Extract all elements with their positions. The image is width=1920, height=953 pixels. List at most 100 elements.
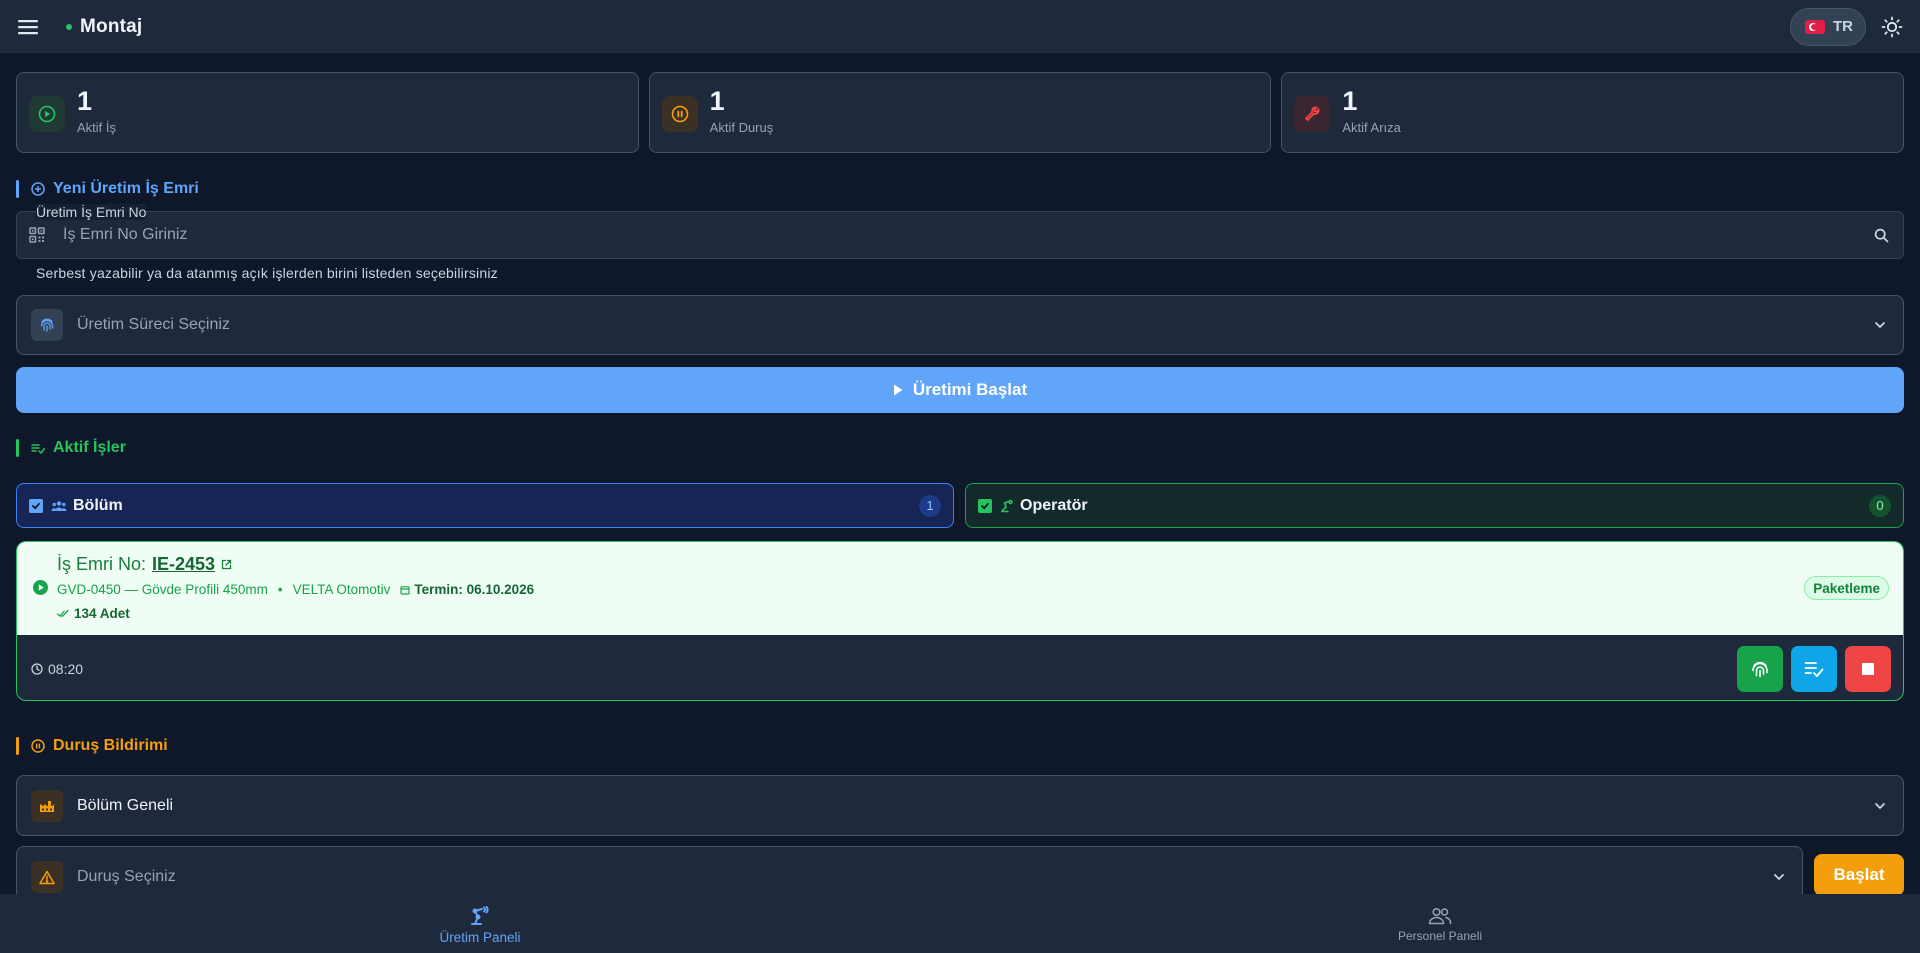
job-elapsed-text: 08:20 (48, 660, 84, 677)
stoppage-reason-placeholder: Duruş Seçiniz (77, 868, 176, 885)
people-icon (1428, 907, 1452, 925)
stat-value: 1 (709, 86, 725, 116)
play-circle-icon (33, 580, 48, 595)
meta-separator: • (277, 582, 283, 597)
playlist-check-icon (1804, 661, 1824, 677)
stat-label: Aktif İş (77, 120, 117, 135)
process-select-placeholder: Üretim Süreci Seçiniz (77, 316, 230, 333)
stoppage-scope-select[interactable]: Bölüm Geneli (16, 775, 1904, 836)
menu-icon[interactable] (16, 15, 40, 39)
job-quantity-text: 134 Adet (74, 606, 130, 621)
stat-label: Aktif Arıza (1342, 120, 1401, 135)
pause-circle-icon (661, 96, 698, 132)
nav-item-production-panel[interactable]: Üretim Paneli (0, 895, 960, 953)
start-production-button[interactable]: Üretimi Başlat (16, 367, 1904, 413)
clock-icon (31, 662, 43, 675)
filter-chip-count: 1 (919, 494, 941, 517)
job-deadline: Termin: 06.10.2026 (400, 582, 534, 597)
stat-value: 1 (77, 86, 93, 116)
stop-action-button[interactable] (1845, 645, 1891, 692)
status-dot (66, 23, 72, 30)
wrench-icon (1294, 96, 1331, 132)
external-link-icon[interactable] (221, 559, 232, 570)
stat-value: 1 (1342, 86, 1358, 116)
stats-row: 1 Aktif İş 1 Aktif Duruş 1 Aktif Arıza (16, 72, 1905, 153)
group-icon (51, 500, 67, 512)
filter-chip-label: Bölüm (73, 496, 123, 514)
list-check-icon (31, 441, 45, 455)
job-card[interactable]: İş Emri No: IE-2453 GVD-0450 — Gövde Pro… (16, 541, 1904, 701)
start-stoppage-label: Başlat (1833, 865, 1885, 884)
order-number-input[interactable] (63, 226, 1874, 244)
job-quantity: 134 Adet (57, 606, 130, 621)
fingerprint-action-button[interactable] (1737, 645, 1783, 692)
checkbox-checked-icon[interactable] (29, 498, 43, 513)
section-header-active-jobs: Aktif İşler (16, 438, 126, 458)
job-card-footer: 08:20 (17, 635, 1903, 700)
chevron-down-icon (1871, 797, 1889, 815)
engineering-icon (1000, 499, 1014, 513)
section-title: Yeni Üretim İş Emri (53, 180, 199, 197)
warning-icon (31, 861, 63, 893)
factory-icon (31, 789, 63, 822)
stat-card-active-failures: 1 Aktif Arıza (1281, 72, 1905, 153)
stop-icon (1862, 662, 1874, 675)
calendar-icon (400, 585, 410, 595)
top-app-bar: Montaj TR (0, 0, 1920, 54)
nav-label: Üretim Paneli (439, 929, 521, 945)
job-title-prefix: İş Emri No: (57, 554, 147, 574)
job-order-link[interactable]: IE-2453 (152, 554, 215, 575)
app-title: Montaj (80, 15, 143, 37)
play-circle-icon (29, 96, 65, 132)
language-code: TR (1833, 18, 1853, 35)
nav-item-personnel-panel[interactable]: Personel Paneli (960, 895, 1920, 953)
chevron-down-icon (1770, 868, 1788, 886)
order-number-label: Üretim İş Emri No (36, 204, 147, 220)
play-icon (893, 384, 903, 396)
search-icon[interactable] (1874, 228, 1889, 243)
app-title-wrap: Montaj (66, 16, 142, 38)
section-header-new-order: Yeni Üretim İş Emri (16, 179, 199, 199)
qr-code-icon[interactable] (29, 227, 45, 243)
section-accent-bar (16, 737, 19, 755)
job-title: İş Emri No: IE-2453 (57, 554, 232, 575)
order-number-helper: Serbest yazabilir ya da atanmış açık işl… (36, 265, 498, 281)
nav-label: Personel Paneli (1397, 929, 1483, 943)
checklist-action-button[interactable] (1791, 645, 1837, 692)
start-stoppage-button[interactable]: Başlat (1814, 854, 1904, 896)
job-stage-badge: Paketleme (1804, 576, 1889, 600)
bottom-navigation: Üretim Paneli Personel Paneli (0, 894, 1920, 953)
checkbox-checked-icon[interactable] (978, 498, 992, 513)
turkey-flag-icon (1805, 19, 1825, 34)
filter-chip-count: 0 (1869, 494, 1891, 517)
language-selector[interactable]: TR (1790, 7, 1866, 46)
start-production-label: Üretimi Başlat (912, 380, 1028, 399)
section-header-stoppage: Duruş Bildirimi (16, 736, 168, 756)
job-elapsed: 08:20 (31, 661, 83, 677)
plus-circle-icon (31, 182, 45, 196)
section-title: Duruş Bildirimi (53, 737, 168, 754)
job-card-header: İş Emri No: IE-2453 GVD-0450 — Gövde Pro… (17, 542, 1903, 635)
chevron-down-icon (1871, 316, 1889, 334)
pause-circle-icon (31, 739, 45, 753)
stoppage-scope-value: Bölüm Geneli (77, 796, 174, 814)
stat-card-active-jobs: 1 Aktif İş (16, 72, 639, 153)
job-product: GVD-0450 — Gövde Profili 450mm (57, 582, 268, 597)
section-accent-bar (16, 439, 19, 457)
order-number-field[interactable] (16, 211, 1904, 259)
done-all-icon (57, 609, 69, 618)
sun-icon[interactable] (1880, 15, 1904, 39)
section-accent-bar (16, 180, 19, 198)
fingerprint-icon (1752, 661, 1768, 677)
filter-chip-label: Operatör (1020, 496, 1088, 514)
job-deadline-text: Termin: 06.10.2026 (414, 582, 535, 597)
stat-label: Aktif Duruş (709, 120, 774, 135)
filter-chip-operator[interactable]: Operatör 0 (965, 483, 1904, 528)
section-title: Aktif İşler (53, 439, 126, 456)
job-customer: VELTA Otomotiv (292, 582, 391, 597)
fingerprint-icon (31, 309, 63, 341)
stat-card-active-stoppages: 1 Aktif Duruş (648, 72, 1272, 153)
job-meta: GVD-0450 — Gövde Profili 450mm • VELTA O… (57, 582, 534, 597)
process-select[interactable]: Üretim Süreci Seçiniz (16, 295, 1904, 355)
filter-chip-department[interactable]: Bölüm 1 (16, 483, 954, 528)
